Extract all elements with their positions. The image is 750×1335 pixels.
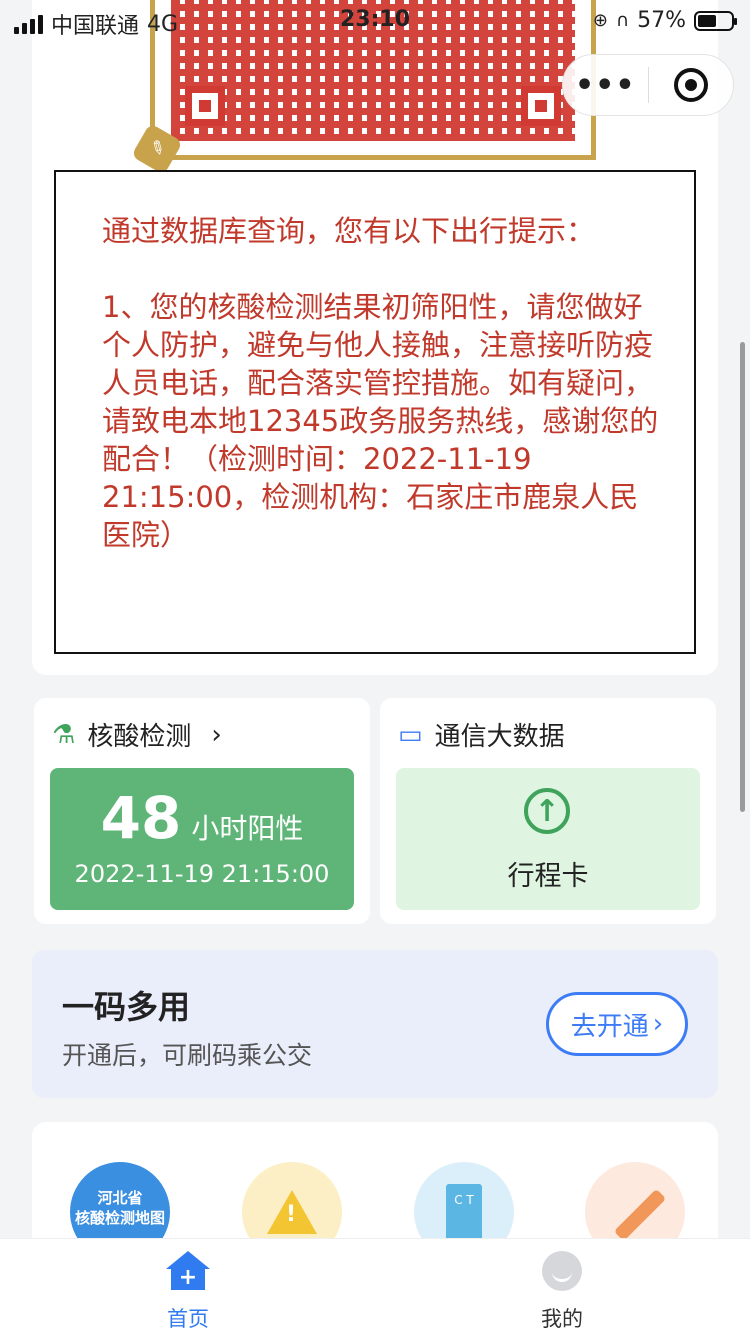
scrollbar[interactable] [740, 342, 745, 812]
promo-title: 一码多用 [62, 988, 191, 1026]
qr-finder-mark [185, 86, 225, 126]
target-icon [673, 68, 708, 102]
miniprogram-capsule: ••• [562, 54, 734, 116]
home-icon: + [166, 1251, 210, 1291]
headphones-icon: ∩ [615, 10, 630, 31]
more-icon[interactable]: ••• [563, 68, 648, 103]
activate-button-label: 去开通 [570, 1011, 649, 1042]
itinerary-card-label: 行程卡 [507, 861, 589, 892]
status-right: ⊕ ∩ 57% [592, 8, 737, 33]
battery-fill [698, 14, 716, 27]
tab-home-label: 首页 [167, 1307, 209, 1331]
chevron-right-icon: › [652, 1009, 664, 1039]
ct-icon: C T [446, 1184, 482, 1246]
avatar-icon [542, 1251, 582, 1291]
bigdata-header: ▭ 通信大数据 [398, 716, 565, 753]
result-hours: 48 [100, 784, 182, 852]
syringe-icon [613, 1188, 667, 1242]
bigdata-title: 通信大数据 [434, 722, 565, 752]
nucleic-test-card[interactable]: ⚗ 核酸检测 › 48 小时阳性 2022-11-19 21:15:00 [34, 698, 370, 924]
chevron-right-icon: › [211, 719, 222, 750]
tab-mine[interactable]: 我的 [482, 1251, 642, 1333]
travel-notice-text: 通过数据库查询，您有以下出行提示： 1、您的核酸检测结果初筛阳性，请您做好个人防… [102, 214, 659, 552]
tab-bar: + 首页 我的 [0, 1238, 750, 1335]
nucleic-test-title: 核酸检测 [87, 722, 192, 752]
qr-finder-mark [521, 86, 561, 126]
up-arrow-circle-icon: ↑ [524, 788, 570, 834]
ct-label: C T [454, 1193, 474, 1207]
battery-percent: 57% [637, 8, 686, 33]
card-icon: ▭ [398, 719, 423, 750]
result-timestamp: 2022-11-19 21:15:00 [74, 860, 330, 888]
activate-button[interactable]: 去开通 › [546, 992, 688, 1056]
travel-notice-box: 通过数据库查询，您有以下出行提示： 1、您的核酸检测结果初筛阳性，请您做好个人防… [54, 170, 696, 654]
nucleic-result-row: 48 小时阳性 [50, 784, 354, 852]
nucleic-result-box[interactable]: 48 小时阳性 2022-11-19 21:15:00 [50, 768, 354, 910]
bigdata-card[interactable]: ▭ 通信大数据 ↑ 行程卡 [380, 698, 716, 924]
exclamation-icon: ! [286, 1202, 297, 1227]
battery-icon [694, 10, 737, 31]
status-bar: 中国联通 4G 23:10 ⊕ ∩ 57% [0, 0, 750, 44]
nucleic-test-header[interactable]: ⚗ 核酸检测 › [52, 716, 222, 753]
lock-rotation-icon: ⊕ [592, 10, 608, 31]
tab-mine-label: 我的 [541, 1307, 583, 1331]
map-label-line1: 河北省 [97, 1189, 143, 1207]
promo-subtitle: 开通后，可刷码乘公交 [62, 1041, 313, 1070]
itinerary-card-button[interactable]: ↑ 行程卡 [396, 768, 700, 910]
result-label: 小时阳性 [191, 812, 304, 845]
map-label-line2: 核酸检测地图 [74, 1209, 165, 1227]
close-miniprogram-button[interactable] [649, 68, 734, 102]
test-tube-icon: ⚗ [52, 719, 76, 750]
multi-use-banner: 一码多用 开通后，可刷码乘公交 去开通 › [32, 950, 718, 1098]
tab-home[interactable]: + 首页 [108, 1251, 268, 1333]
